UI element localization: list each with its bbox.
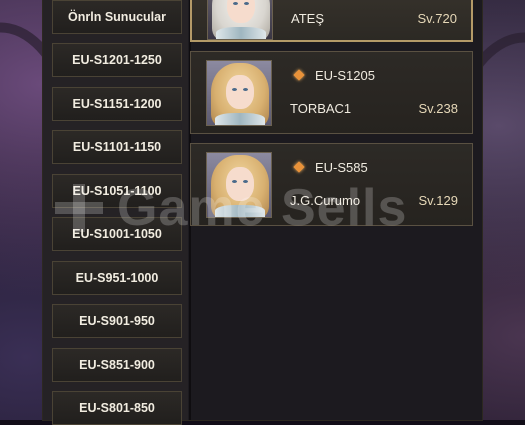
character-name: ATEŞ xyxy=(291,11,324,26)
server-range-button[interactable]: EU-S1001-1050 xyxy=(52,217,182,251)
character-level: Sv.238 xyxy=(418,101,458,116)
server-range-button[interactable]: EU-S1201-1250 xyxy=(52,43,182,77)
character-card[interactable]: EU-S1205 TORBAC1 Sv.238 xyxy=(190,51,473,134)
diamond-icon xyxy=(293,69,305,81)
server-range-button[interactable]: EU-S1051-1100 xyxy=(52,174,182,208)
character-name: TORBAC1 xyxy=(290,101,352,116)
recommended-servers-button[interactable]: Önrln Sunucular xyxy=(52,0,182,34)
character-card[interactable]: EU-S585 J.G.Curumo Sv.129 xyxy=(190,143,473,226)
white-hair-elf-portrait xyxy=(207,0,273,40)
diamond-icon xyxy=(293,161,305,173)
server-range-button[interactable]: EU-S951-1000 xyxy=(52,261,182,295)
server-range-button[interactable]: EU-S851-900 xyxy=(52,348,182,382)
blonde-elf-portrait xyxy=(206,152,272,218)
character-server: EU-S585 xyxy=(315,160,368,175)
server-range-button[interactable]: EU-S901-950 xyxy=(52,304,182,338)
blonde-elf-portrait xyxy=(206,60,272,126)
character-level: Sv.129 xyxy=(418,193,458,208)
server-range-button[interactable]: EU-S1101-1150 xyxy=(52,130,182,164)
character-card[interactable]: ATEŞ Sv.720 xyxy=(190,0,473,42)
character-server: EU-S1205 xyxy=(315,68,375,83)
server-range-button[interactable]: EU-S1151-1200 xyxy=(52,87,182,121)
character-level: Sv.720 xyxy=(417,11,457,26)
character-name: J.G.Curumo xyxy=(290,193,361,208)
